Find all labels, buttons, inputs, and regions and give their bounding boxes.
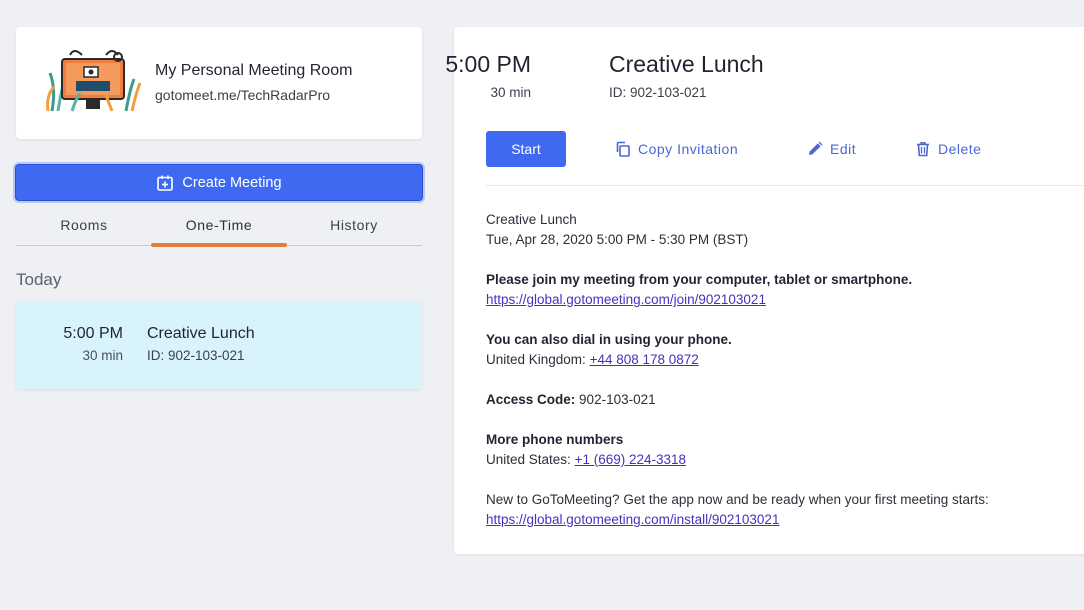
- invitation-meeting-name: Creative Lunch: [486, 212, 577, 227]
- create-meeting-button[interactable]: Create Meeting: [15, 164, 423, 201]
- detail-id: ID: 902-103-021: [609, 85, 707, 100]
- start-button[interactable]: Start: [486, 131, 566, 167]
- dial-uk-number-link[interactable]: +44 808 178 0872: [590, 352, 699, 367]
- calendar-plus-icon: [157, 175, 174, 191]
- tab-rooms[interactable]: Rooms: [16, 205, 152, 245]
- edit-label: Edit: [830, 141, 857, 157]
- edit-button[interactable]: Edit: [807, 139, 856, 159]
- list-item[interactable]: 5:00 PM 30 min Creative Lunch ID: 902-10…: [16, 301, 422, 389]
- invitation-join-heading: Please join my meeting from your compute…: [486, 272, 913, 287]
- dial-uk-label: United Kingdom:: [486, 352, 590, 367]
- meeting-detail-panel: 5:00 PM 30 min Creative Lunch ID: 902-10…: [445, 27, 1084, 554]
- personal-room-title: My Personal Meeting Room: [155, 62, 353, 79]
- meeting-room-illustration-icon: [46, 49, 142, 113]
- us-number-link[interactable]: +1 (669) 224-3318: [575, 452, 686, 467]
- personal-room-url: gotomeet.me/TechRadarPro: [155, 87, 331, 103]
- install-link[interactable]: https://global.gotomeeting.com/install/9…: [486, 512, 779, 527]
- tab-history[interactable]: History: [286, 205, 422, 245]
- copy-invitation-button[interactable]: Copy Invitation: [615, 139, 738, 159]
- tab-one-time[interactable]: One-Time: [151, 205, 287, 247]
- access-code-value: 902-103-021: [575, 392, 656, 407]
- invitation-datetime: Tue, Apr 28, 2020 5:00 PM - 5:30 PM (BST…: [486, 232, 749, 247]
- invitation-text: Creative Lunch Tue, Apr 28, 2020 5:00 PM…: [486, 210, 1084, 550]
- invitation-dial-heading: You can also dial in using your phone.: [486, 332, 732, 347]
- access-code-label: Access Code:: [486, 392, 576, 407]
- list-item-time: 5:00 PM: [63, 325, 123, 342]
- trash-icon: [917, 142, 929, 157]
- delete-button[interactable]: Delete: [915, 139, 981, 159]
- personal-room-card[interactable]: My Personal Meeting Room gotomeet.me/Tec…: [16, 27, 422, 139]
- detail-title: Creative Lunch: [609, 51, 764, 77]
- app-download-text: New to GoToMeeting? Get the app now and …: [486, 492, 989, 507]
- detail-divider: [486, 185, 1084, 186]
- us-label: United States:: [486, 452, 575, 467]
- list-item-duration: 30 min: [82, 348, 123, 363]
- section-header-today: Today: [16, 270, 62, 289]
- more-numbers-heading: More phone numbers: [486, 432, 624, 447]
- copy-icon: [616, 141, 630, 157]
- list-item-title: Creative Lunch: [147, 325, 255, 342]
- list-item-id: ID: 902-103-021: [147, 348, 245, 363]
- delete-label: Delete: [938, 141, 982, 157]
- meeting-tabs: Rooms One-Time History: [16, 205, 422, 247]
- create-meeting-label: Create Meeting: [182, 174, 282, 191]
- join-link[interactable]: https://global.gotomeeting.com/join/9021…: [486, 292, 766, 307]
- detail-time: 5:00 PM: [445, 51, 531, 77]
- copy-invitation-label: Copy Invitation: [638, 141, 739, 157]
- pencil-icon: [809, 141, 823, 155]
- detail-duration: 30 min: [490, 85, 531, 100]
